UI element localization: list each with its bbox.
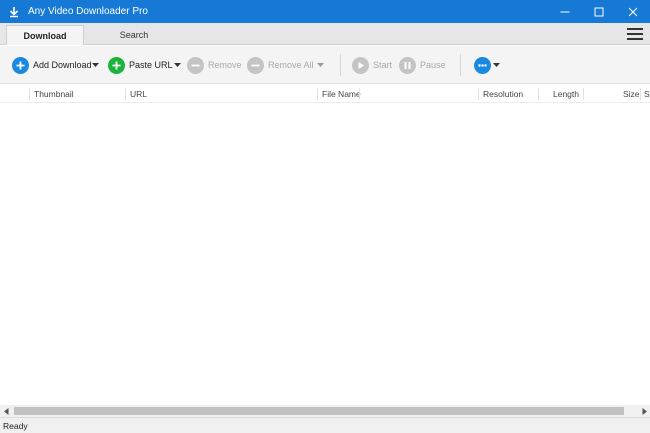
remove-button[interactable]: Remove — [187, 46, 242, 84]
minimize-button[interactable] — [548, 0, 582, 23]
remove-all-button[interactable]: Remove All — [247, 46, 314, 84]
scroll-right-icon[interactable] — [638, 405, 650, 417]
remove-label: Remove — [208, 60, 242, 70]
remove-all-dropdown-icon[interactable] — [317, 46, 324, 84]
paste-url-dropdown-icon[interactable] — [174, 46, 181, 84]
column-header-url[interactable]: URL — [130, 85, 147, 103]
download-list[interactable] — [0, 104, 650, 405]
column-header-length[interactable]: Length — [553, 85, 579, 103]
close-button[interactable] — [616, 0, 650, 23]
horizontal-scrollbar[interactable] — [0, 405, 650, 417]
title-bar: Any Video Downloader Pro — [0, 0, 650, 23]
plus-icon — [12, 56, 29, 74]
tab-search[interactable]: Search — [94, 25, 174, 45]
minus-icon — [187, 56, 204, 74]
window-controls — [548, 0, 650, 23]
minimize-icon — [560, 11, 570, 12]
plus-icon — [108, 56, 125, 74]
download-arrow-icon — [7, 5, 20, 18]
window-title: Any Video Downloader Pro — [28, 6, 148, 17]
column-header-size[interactable]: Size — [623, 85, 640, 103]
tab-bar: Download Search — [0, 23, 650, 45]
column-header-resolution[interactable]: Resolution — [483, 85, 523, 103]
maximize-icon — [594, 7, 604, 16]
status-bar: Ready — [0, 417, 650, 433]
toolbar-separator — [340, 54, 341, 76]
more-dots-icon — [474, 56, 491, 74]
toolbar-separator — [460, 54, 461, 76]
list-header: Thumbnail URL File Name Resolution Lengt… — [0, 85, 650, 103]
hamburger-menu-icon[interactable] — [627, 28, 643, 40]
column-header-file-name[interactable]: File Name — [322, 85, 361, 103]
scroll-left-icon[interactable] — [0, 405, 12, 417]
add-download-button[interactable]: Add Download — [12, 46, 92, 84]
start-button[interactable]: Start — [352, 46, 392, 84]
tab-download[interactable]: Download — [6, 25, 84, 45]
scrollbar-thumb[interactable] — [14, 407, 624, 415]
pause-icon — [399, 56, 416, 74]
more-dropdown-icon — [493, 62, 500, 68]
play-icon — [352, 56, 369, 74]
pause-button[interactable]: Pause — [399, 46, 446, 84]
minus-icon — [247, 56, 264, 74]
maximize-button[interactable] — [582, 0, 616, 23]
pause-label: Pause — [420, 60, 446, 70]
paste-url-label: Paste URL — [129, 60, 173, 70]
status-text: Ready — [3, 420, 28, 431]
toolbar: Add Download Paste URL Remove Remove All… — [0, 46, 650, 84]
column-header-thumbnail[interactable]: Thumbnail — [34, 85, 74, 103]
remove-all-label: Remove All — [268, 60, 314, 70]
start-label: Start — [373, 60, 393, 70]
more-options-button[interactable] — [474, 46, 500, 84]
add-download-dropdown-icon[interactable] — [92, 46, 99, 84]
paste-url-button[interactable]: Paste URL — [108, 46, 173, 84]
column-header-status[interactable]: S — [644, 85, 650, 103]
add-download-label: Add Download — [33, 60, 92, 70]
close-icon — [628, 7, 638, 16]
